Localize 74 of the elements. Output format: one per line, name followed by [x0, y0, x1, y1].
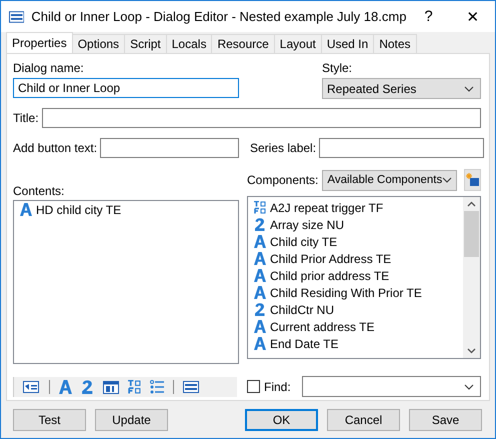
- field-label: Find:: [264, 380, 291, 394]
- scroll-down-icon[interactable]: [467, 348, 476, 354]
- add-button-text-field[interactable]: [100, 138, 239, 158]
- style-dropdown[interactable]: Repeated Series: [322, 78, 481, 99]
- text-field-icon: [254, 286, 266, 299]
- dialog-name-field[interactable]: Child or Inner Loop: [13, 78, 239, 98]
- tab[interactable]: Notes: [373, 34, 417, 53]
- field-label: Series label:: [250, 141, 316, 155]
- dialog-button[interactable]: Update: [95, 408, 168, 430]
- dialog-button[interactable]: Cancel: [327, 408, 400, 430]
- field-label: Style:: [322, 61, 354, 75]
- list-item[interactable]: Current address TE: [248, 318, 463, 335]
- chevron-down-icon: [442, 177, 452, 183]
- tab[interactable]: Properties: [6, 32, 73, 53]
- list-item[interactable]: Array size NU: [248, 216, 463, 233]
- list-item[interactable]: Child Residing With Prior TE: [248, 284, 463, 301]
- number-icon: [254, 303, 266, 316]
- item-label: Array size NU: [270, 218, 344, 232]
- item-label: Current address TE: [270, 320, 374, 334]
- window-title: Child or Inner Loop - Dialog Editor - Nested example July 18.cmp: [31, 9, 406, 24]
- text-field-icon: [254, 269, 266, 282]
- list-item[interactable]: Child city TE: [248, 233, 463, 250]
- tab[interactable]: Layout: [274, 34, 322, 53]
- field-label: Add button text:: [13, 141, 98, 155]
- find-dropdown[interactable]: [302, 376, 481, 397]
- scrollbar[interactable]: [463, 197, 480, 358]
- series-label-field[interactable]: [319, 138, 484, 158]
- tab[interactable]: Script: [124, 34, 167, 53]
- number-icon: [254, 218, 266, 231]
- text-field-icon: [254, 235, 266, 248]
- text-field-icon: [20, 203, 32, 216]
- item-label: HD child city TE: [36, 202, 122, 216]
- item-label: Child prior address TE: [270, 268, 390, 282]
- text-field-icon: [254, 320, 266, 333]
- text-field-icon: [254, 252, 266, 265]
- dialog-button[interactable]: Save: [409, 408, 482, 430]
- item-label: A2J repeat trigger TF: [270, 200, 384, 214]
- list-item[interactable]: End Date TE: [248, 335, 463, 352]
- list-item[interactable]: ChildCtr NU: [248, 301, 463, 318]
- dialog-icon[interactable]: [22, 380, 40, 394]
- list-icon[interactable]: [150, 380, 164, 394]
- field-label: Dialog name:: [13, 61, 85, 75]
- scroll-up-icon[interactable]: [467, 201, 476, 207]
- components-dropdown[interactable]: Available Components: [322, 170, 458, 190]
- help-button[interactable]: ?: [406, 2, 451, 32]
- text-field-icon[interactable]: [59, 380, 72, 394]
- close-button[interactable]: ✕: [450, 2, 495, 32]
- dialog-button[interactable]: OK: [245, 408, 318, 430]
- field-label: Components:: [247, 173, 318, 187]
- find-checkbox[interactable]: [247, 380, 260, 393]
- window-icon[interactable]: [183, 380, 199, 392]
- item-label: Child Prior Address TE: [270, 252, 392, 266]
- field-label: Title:: [13, 111, 39, 125]
- number-icon[interactable]: [81, 380, 94, 394]
- calendar-icon[interactable]: [103, 380, 119, 394]
- chevron-down-icon: [464, 86, 474, 92]
- tab[interactable]: Options: [72, 34, 126, 53]
- list-item[interactable]: Child prior address TE: [248, 267, 463, 284]
- list-item[interactable]: HD child city TE: [14, 201, 238, 218]
- field-label: Contents:: [13, 184, 66, 198]
- true-false-icon[interactable]: [128, 380, 141, 394]
- window-icon: [9, 10, 24, 22]
- list-item[interactable]: A2J repeat trigger TF: [248, 199, 463, 216]
- item-label: ChildCtr NU: [270, 302, 334, 316]
- new-component-button[interactable]: [464, 169, 481, 191]
- true-false-icon: [254, 201, 266, 214]
- chevron-down-icon: [464, 384, 474, 390]
- list-item[interactable]: Child Prior Address TE: [248, 250, 463, 267]
- text-field-icon: [254, 337, 266, 350]
- title-field[interactable]: [42, 108, 481, 128]
- dialog-button[interactable]: Test: [13, 408, 86, 430]
- item-label: End Date TE: [270, 336, 338, 350]
- item-label: Child Residing With Prior TE: [270, 286, 422, 300]
- item-label: Child city TE: [270, 234, 338, 248]
